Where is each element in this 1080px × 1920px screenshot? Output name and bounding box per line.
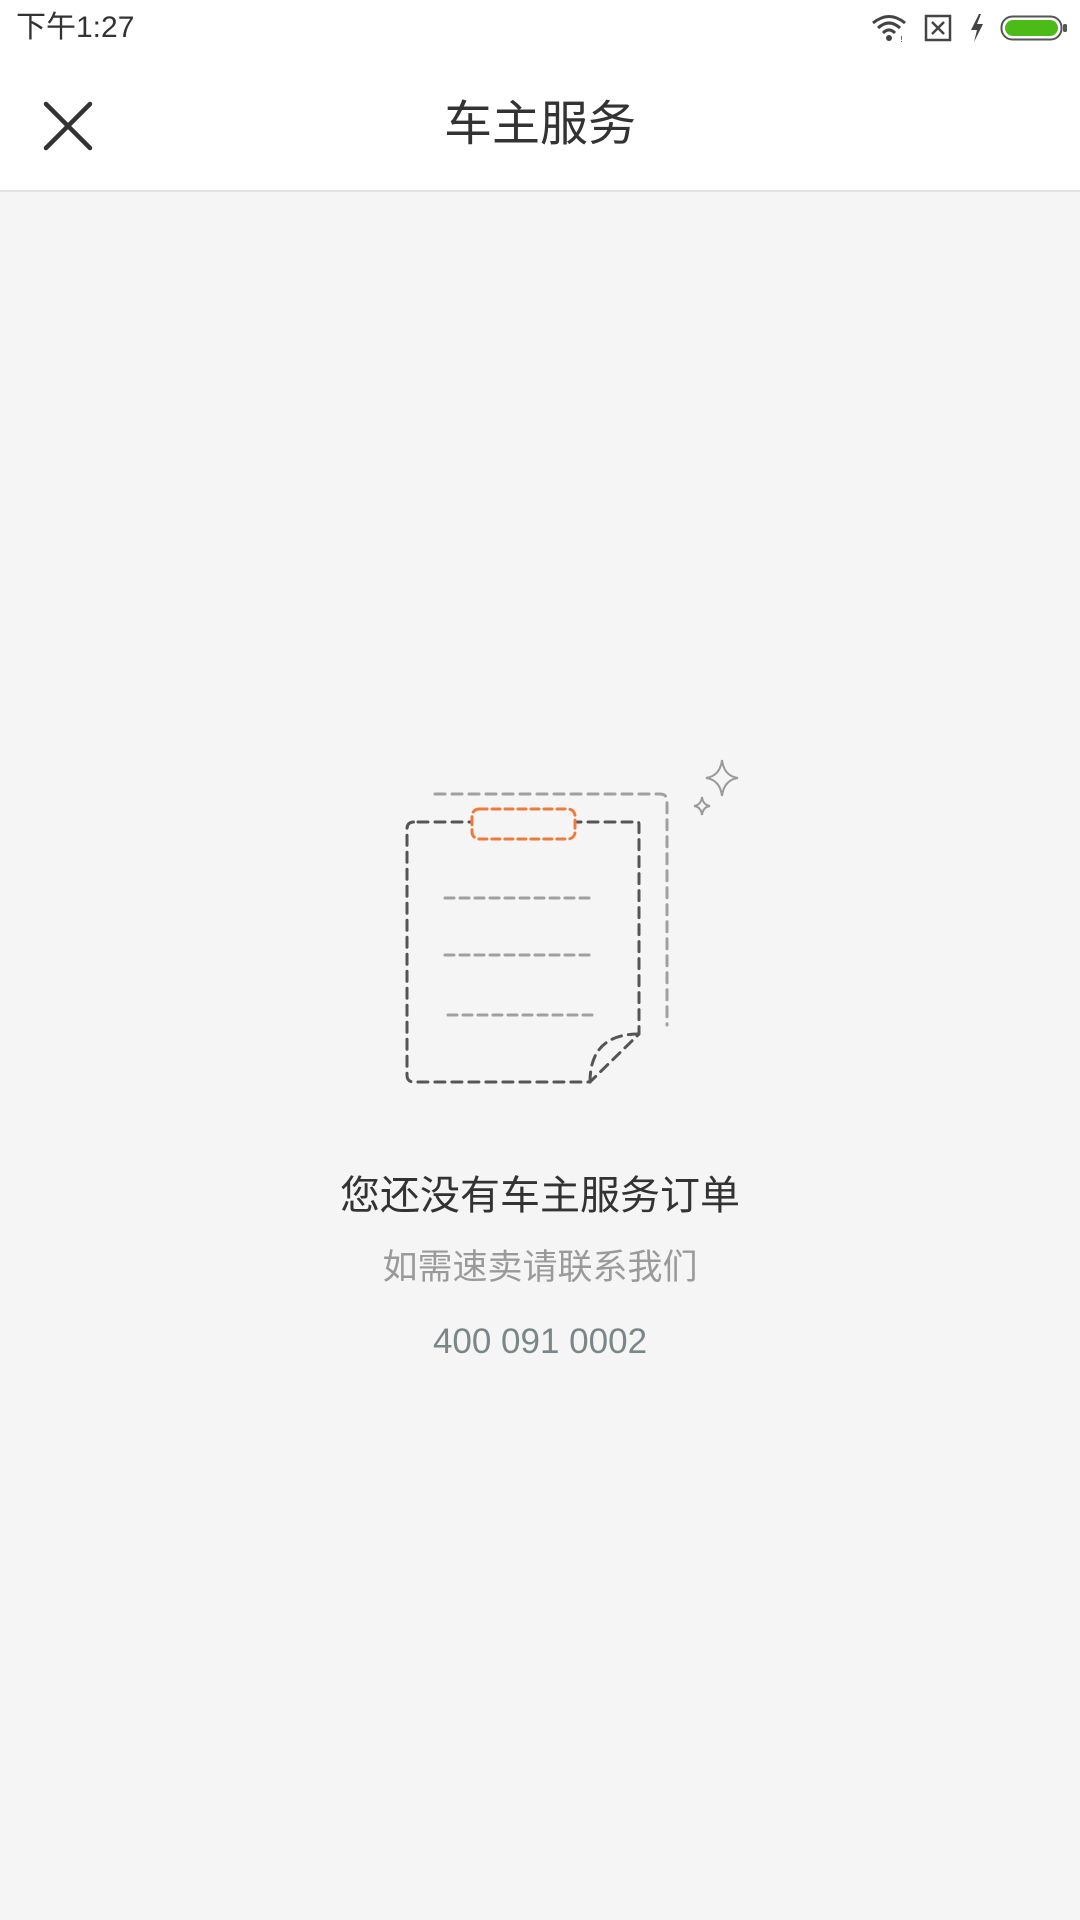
empty-subtitle: 如需速卖请联系我们 — [382, 1248, 698, 1288]
page-title: 车主服务 — [443, 96, 636, 152]
status-time: 下午1:27 — [16, 11, 135, 44]
charging-icon — [968, 13, 986, 43]
title-bar: 车主服务 — [0, 56, 1080, 192]
wifi-icon: ! — [870, 13, 908, 43]
status-icons: ! — [870, 10, 1068, 46]
svg-text:!: ! — [900, 35, 903, 43]
battery-icon — [1000, 14, 1068, 42]
empty-document-icon — [405, 759, 739, 1084]
contact-phone[interactable]: 400 091 0002 — [0, 1318, 1080, 1366]
empty-title: 您还没有车主服务订单 — [340, 1173, 740, 1219]
status-bar: 下午1:27 ! — [0, 0, 1080, 56]
sim-error-icon — [922, 14, 954, 42]
